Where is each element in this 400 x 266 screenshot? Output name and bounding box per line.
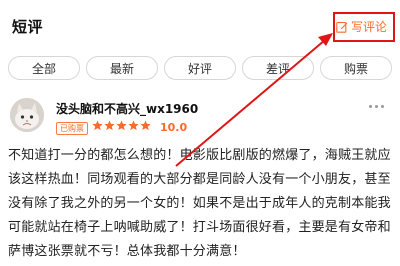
page-title: 短评 bbox=[12, 18, 44, 36]
star-icon bbox=[140, 120, 151, 131]
review-text: 不知道打一分的都怎么想的！电影版比剧版的燃爆了，海贼王就应该这样热血！同场观看的… bbox=[8, 148, 391, 259]
dot bbox=[375, 105, 378, 108]
filter-tab-ticket[interactable]: 购票 bbox=[320, 56, 392, 80]
dot bbox=[381, 105, 384, 108]
rating-stars bbox=[92, 120, 151, 131]
filter-tab-negative[interactable]: 差评 bbox=[242, 56, 314, 80]
filter-tab-all[interactable]: 全部 bbox=[8, 56, 80, 80]
star-icon bbox=[92, 120, 103, 131]
avatar[interactable] bbox=[10, 98, 44, 132]
filter-tab-positive[interactable]: 好评 bbox=[164, 56, 236, 80]
ticket-purchased-badge: 已购票 bbox=[56, 122, 88, 135]
dot bbox=[369, 105, 372, 108]
star-icon bbox=[128, 120, 139, 131]
filter-tabs: 全部 最新 好评 差评 购票 bbox=[0, 56, 400, 82]
more-options-icon[interactable] bbox=[369, 105, 384, 108]
star-icon bbox=[104, 120, 115, 131]
star-icon bbox=[116, 120, 127, 131]
review-card: 没头脑和不高兴_wx1960 已购票 10.0 不知道打一分的都怎么想的！电影版… bbox=[0, 90, 400, 266]
highlight-annotation-box bbox=[333, 12, 395, 42]
rating-score: 10.0 bbox=[160, 121, 188, 134]
username[interactable]: 没头脑和不高兴_wx1960 bbox=[56, 100, 198, 117]
filter-tab-latest[interactable]: 最新 bbox=[86, 56, 158, 80]
cat-avatar-icon bbox=[10, 98, 44, 132]
header: 短评 写评论 bbox=[0, 0, 400, 48]
